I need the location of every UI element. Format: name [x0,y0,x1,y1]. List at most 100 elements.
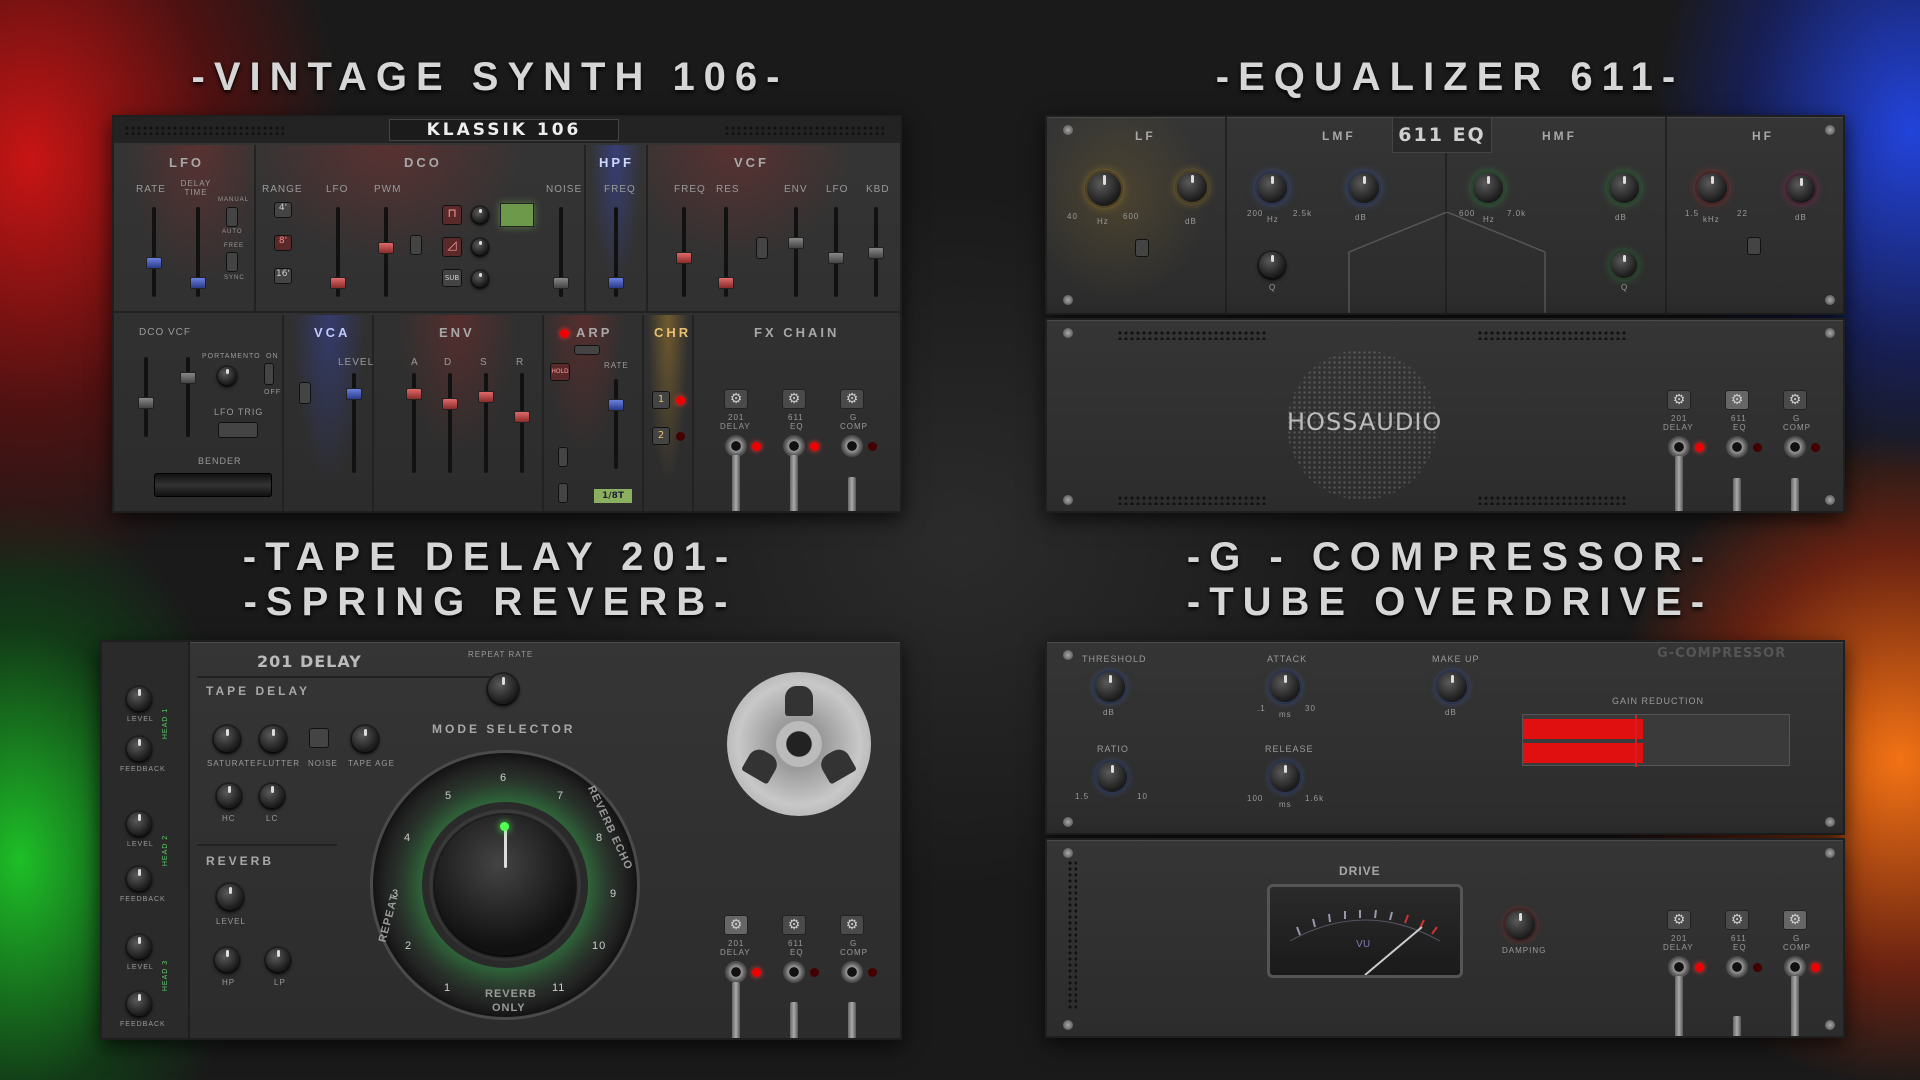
fx-eq-jack[interactable] [1726,956,1748,978]
dco-bend-slider[interactable] [138,357,154,437]
patch-cable[interactable] [790,455,798,511]
fx-eq-settings-icon[interactable]: ⚙ [782,915,806,935]
eq-lmf-freq-knob[interactable] [1257,173,1287,203]
patch-cable[interactable] [1791,478,1799,511]
bender-lever[interactable] [154,473,272,497]
vca-mode-switch[interactable] [299,382,311,404]
patch-cable[interactable] [1733,1016,1741,1036]
vcf-env-slider[interactable] [788,207,804,297]
portamento-switch[interactable] [264,363,274,385]
lfo-rate-slider[interactable] [146,207,162,297]
fx-delay-settings-icon[interactable]: ⚙ [724,389,748,409]
patch-cable[interactable] [848,477,856,511]
damping-knob[interactable] [1505,910,1535,940]
threshold-knob[interactable] [1095,672,1125,702]
lp-knob[interactable] [266,948,290,972]
fx-eq-jack[interactable] [783,961,805,983]
vcf-lfo-slider[interactable] [828,207,844,297]
vcf-freq-slider[interactable] [676,207,692,297]
lfo-sync-switch[interactable] [226,252,238,272]
hc-knob[interactable] [217,784,241,808]
lfo-delay-slider[interactable] [190,207,206,297]
patch-cable[interactable] [732,982,740,1038]
patch-cable[interactable] [848,1002,856,1038]
sub-osc-button[interactable]: SUB [442,269,462,287]
range-16-button[interactable]: 16' [274,268,292,284]
noise-button[interactable] [309,728,329,748]
lfo-mode-switch[interactable] [226,207,238,227]
release-knob[interactable] [1270,762,1300,792]
hp-knob[interactable] [215,948,239,972]
patch-cable[interactable] [1675,976,1683,1036]
repeat-rate-knob[interactable] [488,674,518,704]
patch-cable[interactable] [1791,976,1799,1036]
arp-rate-slider[interactable] [608,379,624,469]
portamento-knob[interactable] [218,367,236,385]
hpf-freq-slider[interactable] [608,207,624,297]
fx-delay-jack[interactable] [725,961,747,983]
saw-level-knob[interactable] [472,239,488,255]
head3-level-knob[interactable] [127,935,151,959]
eq-hmf-gain-knob[interactable] [1609,173,1639,203]
fx-eq-settings-icon[interactable]: ⚙ [782,389,806,409]
eq-hf-gain-knob[interactable] [1787,175,1815,203]
eq-hmf-q-knob[interactable] [1611,252,1637,278]
dco-lfo-slider[interactable] [330,207,346,297]
eq-lf-gain-knob[interactable] [1177,172,1207,202]
fx-comp-settings-icon[interactable]: ⚙ [840,915,864,935]
fx-comp-settings-icon[interactable]: ⚙ [1783,390,1807,410]
mode-selector-knob[interactable] [435,815,575,955]
pwm-slider[interactable] [378,207,394,297]
saw-wave-button[interactable]: ◿ [442,237,462,257]
range-4-button[interactable]: 4' [274,202,292,218]
fx-delay-jack[interactable] [1668,436,1690,458]
patch-cable[interactable] [790,1002,798,1038]
arp-hold-button[interactable]: HOLD [550,363,570,381]
flutter-knob[interactable] [260,726,286,752]
patch-cable[interactable] [732,455,740,511]
fx-delay-settings-icon[interactable]: ⚙ [1667,910,1691,930]
head3-feedback-knob[interactable] [127,992,151,1016]
eq-hf-freq-knob[interactable] [1697,173,1727,203]
pwm-mode-switch[interactable] [410,235,422,255]
pulse-level-knob[interactable] [472,207,488,223]
makeup-knob[interactable] [1437,672,1467,702]
arp-on-switch[interactable] [574,345,600,355]
env-decay-slider[interactable] [442,373,458,473]
fx-delay-settings-icon[interactable]: ⚙ [724,915,748,935]
eq-lf-freq-knob[interactable] [1087,172,1121,206]
arp-range-switch[interactable] [558,447,568,467]
eq-hmf-freq-knob[interactable] [1473,173,1503,203]
lfo-trig-button[interactable] [218,422,258,438]
vcf-res-slider[interactable] [718,207,734,297]
fx-comp-jack[interactable] [1784,436,1806,458]
env-release-slider[interactable] [514,373,530,473]
saturate-knob[interactable] [214,726,240,752]
eq-lmf-q-knob[interactable] [1259,252,1285,278]
kbd-slider[interactable] [868,207,884,297]
noise-slider[interactable] [553,207,569,297]
head2-feedback-knob[interactable] [127,867,151,891]
reverb-level-knob[interactable] [217,884,243,910]
env-sustain-slider[interactable] [478,373,494,473]
pulse-wave-button[interactable]: ⊓ [442,205,462,225]
fx-comp-jack[interactable] [841,961,863,983]
fx-eq-settings-icon[interactable]: ⚙ [1725,910,1749,930]
vca-level-slider[interactable] [346,373,362,473]
patch-cable[interactable] [1733,478,1741,511]
head2-level-knob[interactable] [127,812,151,836]
chorus-1-button[interactable]: 1 [652,391,670,409]
ratio-knob[interactable] [1097,762,1127,792]
env-attack-slider[interactable] [406,373,422,473]
vcf-bend-slider[interactable] [180,357,196,437]
env-polarity-switch[interactable] [756,237,768,259]
eq-lf-shelf-switch[interactable] [1135,239,1149,257]
fx-delay-jack[interactable] [725,435,747,457]
head1-level-knob[interactable] [127,687,151,711]
fx-eq-jack[interactable] [783,435,805,457]
arp-mode-switch[interactable] [558,483,568,503]
patch-cable[interactable] [1675,456,1683,511]
fx-comp-jack[interactable] [841,435,863,457]
lc-knob[interactable] [260,784,284,808]
fx-eq-settings-icon[interactable]: ⚙ [1725,390,1749,410]
